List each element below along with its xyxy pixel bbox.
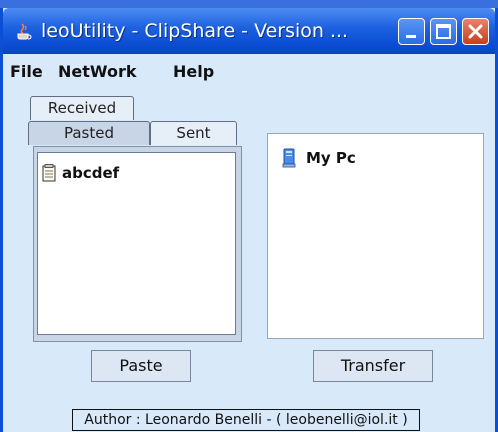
tab-pasted[interactable]: Pasted	[28, 121, 150, 145]
maximize-button[interactable]	[430, 18, 457, 45]
minimize-button[interactable]	[398, 18, 425, 45]
paste-button[interactable]: Paste	[91, 350, 191, 382]
java-cup-icon	[17, 23, 32, 40]
menu-bar: File NetWork Help	[3, 54, 495, 86]
peer-item[interactable]: My Pc	[280, 148, 356, 168]
app-window: leoUtility - ClipShare - Version ... Fil…	[0, 8, 498, 432]
minimize-icon	[406, 35, 416, 38]
computer-icon	[282, 148, 296, 168]
desktop-background-strip	[0, 0, 498, 8]
peer-label: My Pc	[306, 149, 356, 167]
maximize-icon	[436, 24, 451, 39]
menu-network[interactable]: NetWork	[58, 62, 137, 81]
close-icon	[468, 24, 483, 39]
pasted-tab-panel: abcdef	[33, 146, 242, 342]
list-item-label: abcdef	[62, 164, 120, 182]
title-bar[interactable]: leoUtility - ClipShare - Version ...	[3, 8, 495, 54]
list-item[interactable]: abcdef	[42, 162, 119, 184]
menu-file[interactable]: File	[10, 62, 43, 81]
tab-sent[interactable]: Sent	[150, 121, 237, 145]
peer-list[interactable]: My Pc	[267, 133, 484, 339]
close-button[interactable]	[462, 18, 489, 45]
transfer-button[interactable]: Transfer	[313, 350, 433, 382]
window-title: leoUtility - ClipShare - Version ...	[41, 20, 349, 42]
menu-help[interactable]: Help	[173, 62, 214, 81]
author-label: Author : Leonardo Benelli - ( leobenelli…	[72, 409, 420, 431]
notepad-icon	[42, 164, 56, 182]
tab-received[interactable]: Received	[30, 96, 134, 120]
clipboard-list[interactable]: abcdef	[37, 152, 236, 335]
